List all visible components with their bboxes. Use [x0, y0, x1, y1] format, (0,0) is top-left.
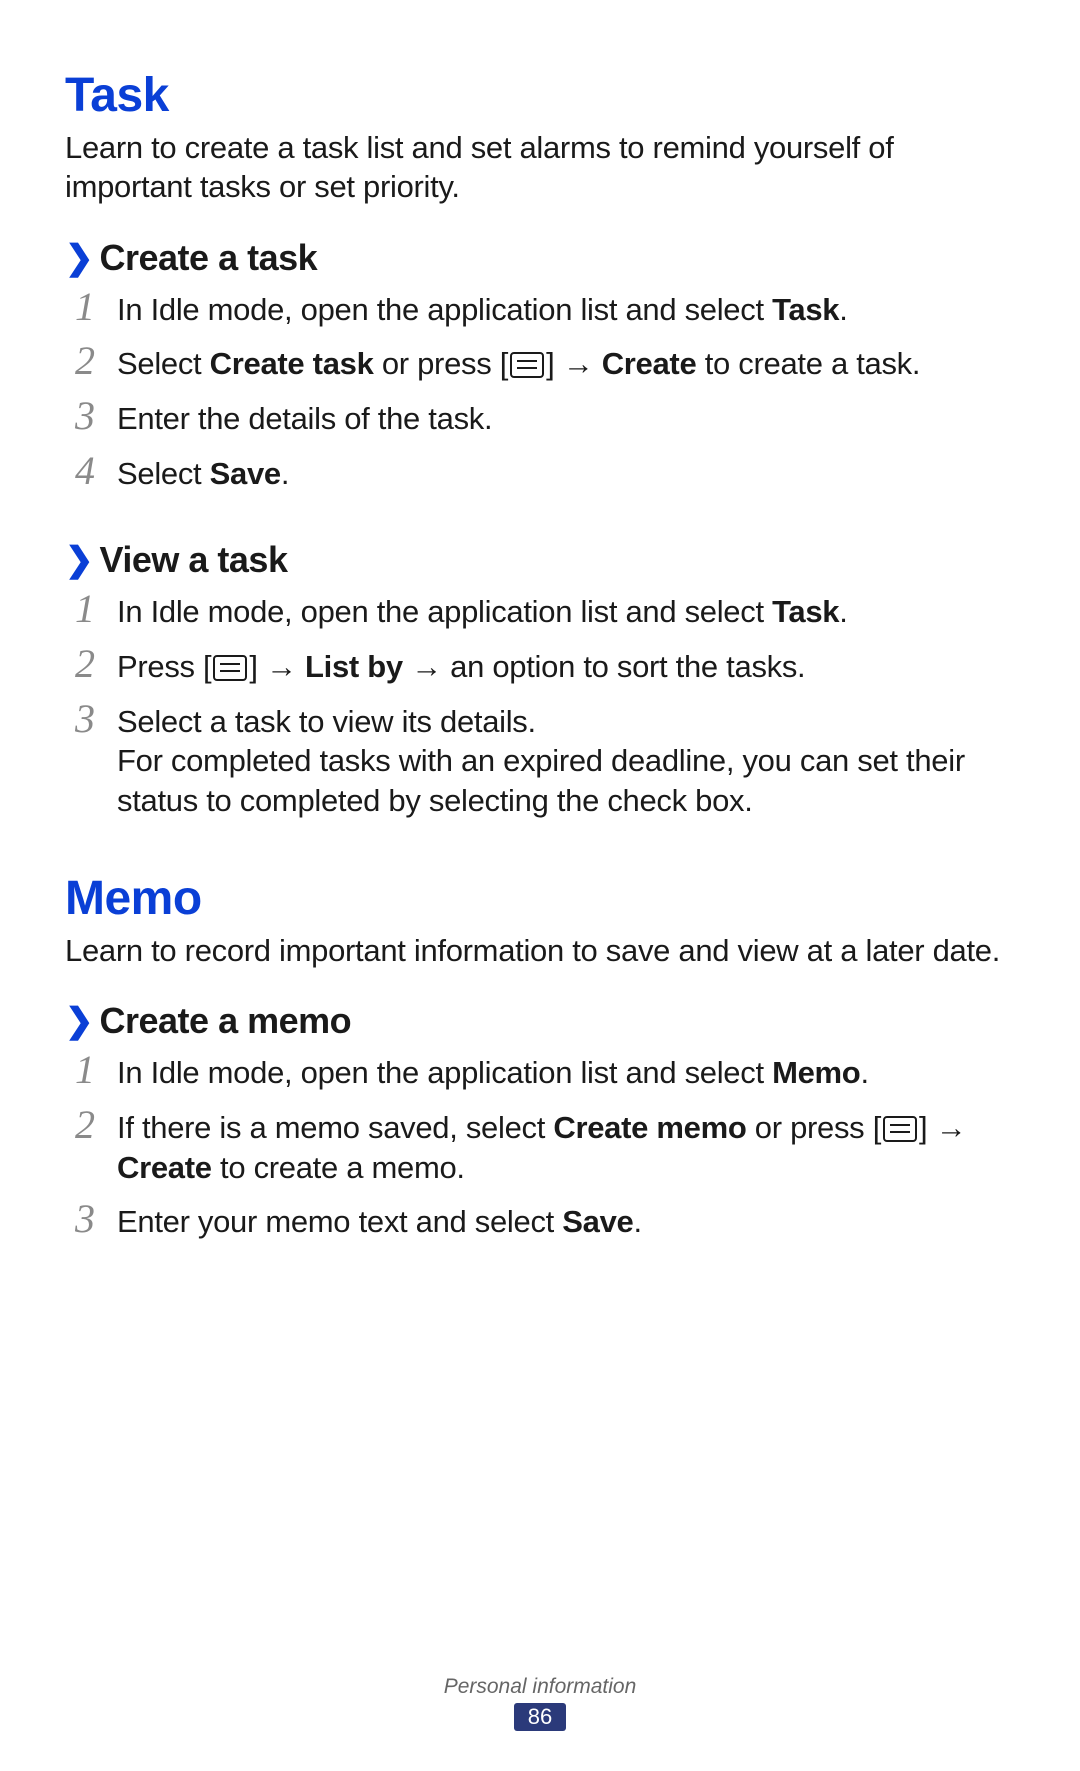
step-text: In Idle mode, open the application list …	[117, 592, 848, 632]
step-text: In Idle mode, open the application list …	[117, 290, 848, 330]
section-title-memo: Memo	[65, 871, 1015, 926]
section-task: Task Learn to create a task list and set…	[65, 68, 1015, 821]
steps-list: 1 In Idle mode, open the application lis…	[71, 287, 1015, 494]
step-text: Press [] → List by → an option to sort t…	[117, 647, 805, 687]
subsection-header-create-task: ❯ Create a task	[65, 237, 1015, 279]
step-item: 4 Select Save.	[71, 451, 1015, 494]
section-memo: Memo Learn to record important informati…	[65, 871, 1015, 1242]
step-text: Enter your memo text and select Save.	[117, 1202, 642, 1242]
section-title-task: Task	[65, 68, 1015, 123]
section-intro-memo: Learn to record important information to…	[65, 932, 1015, 971]
step-item: 1 In Idle mode, open the application lis…	[71, 287, 1015, 330]
subsection-title: Create a task	[100, 237, 318, 279]
step-item: 1 In Idle mode, open the application lis…	[71, 589, 1015, 632]
step-number: 2	[71, 644, 99, 684]
chevron-icon: ❯	[65, 1004, 94, 1038]
steps-list: 1 In Idle mode, open the application lis…	[71, 589, 1015, 820]
section-intro-task: Learn to create a task list and set alar…	[65, 129, 1015, 207]
step-item: 2 Select Create task or press [] → Creat…	[71, 341, 1015, 384]
document-page: Task Learn to create a task list and set…	[0, 0, 1080, 1771]
step-text: Select Save.	[117, 454, 289, 494]
step-number: 1	[71, 589, 99, 629]
menu-icon	[883, 1116, 917, 1142]
step-text: Select a task to view its details.For co…	[117, 702, 1015, 821]
page-number: 86	[514, 1703, 566, 1731]
step-number: 3	[71, 1199, 99, 1239]
step-item: 1 In Idle mode, open the application lis…	[71, 1050, 1015, 1093]
step-number: 2	[71, 341, 99, 381]
step-text: Select Create task or press [] → Create …	[117, 344, 920, 384]
step-item: 3 Select a task to view its details.For …	[71, 699, 1015, 821]
step-item: 2 Press [] → List by → an option to sort…	[71, 644, 1015, 687]
menu-icon	[510, 352, 544, 378]
subsection-title: Create a memo	[100, 1000, 352, 1042]
footer-section-name: Personal information	[0, 1675, 1080, 1699]
step-number: 4	[71, 451, 99, 491]
step-item: 3 Enter the details of the task.	[71, 396, 1015, 439]
subsection-title: View a task	[100, 539, 288, 581]
subsection-header-create-memo: ❯ Create a memo	[65, 1000, 1015, 1042]
step-text: If there is a memo saved, select Create …	[117, 1108, 1015, 1187]
chevron-icon: ❯	[65, 543, 94, 577]
chevron-icon: ❯	[65, 241, 94, 275]
page-footer: Personal information 86	[0, 1675, 1080, 1731]
step-item: 2 If there is a memo saved, select Creat…	[71, 1105, 1015, 1187]
menu-icon	[213, 655, 247, 681]
step-number: 1	[71, 287, 99, 327]
step-text: Enter the details of the task.	[117, 399, 492, 439]
step-number: 3	[71, 699, 99, 739]
step-number: 3	[71, 396, 99, 436]
subsection-header-view-task: ❯ View a task	[65, 539, 1015, 581]
steps-list: 1 In Idle mode, open the application lis…	[71, 1050, 1015, 1242]
step-number: 1	[71, 1050, 99, 1090]
step-item: 3 Enter your memo text and select Save.	[71, 1199, 1015, 1242]
step-text: In Idle mode, open the application list …	[117, 1053, 869, 1093]
step-number: 2	[71, 1105, 99, 1145]
